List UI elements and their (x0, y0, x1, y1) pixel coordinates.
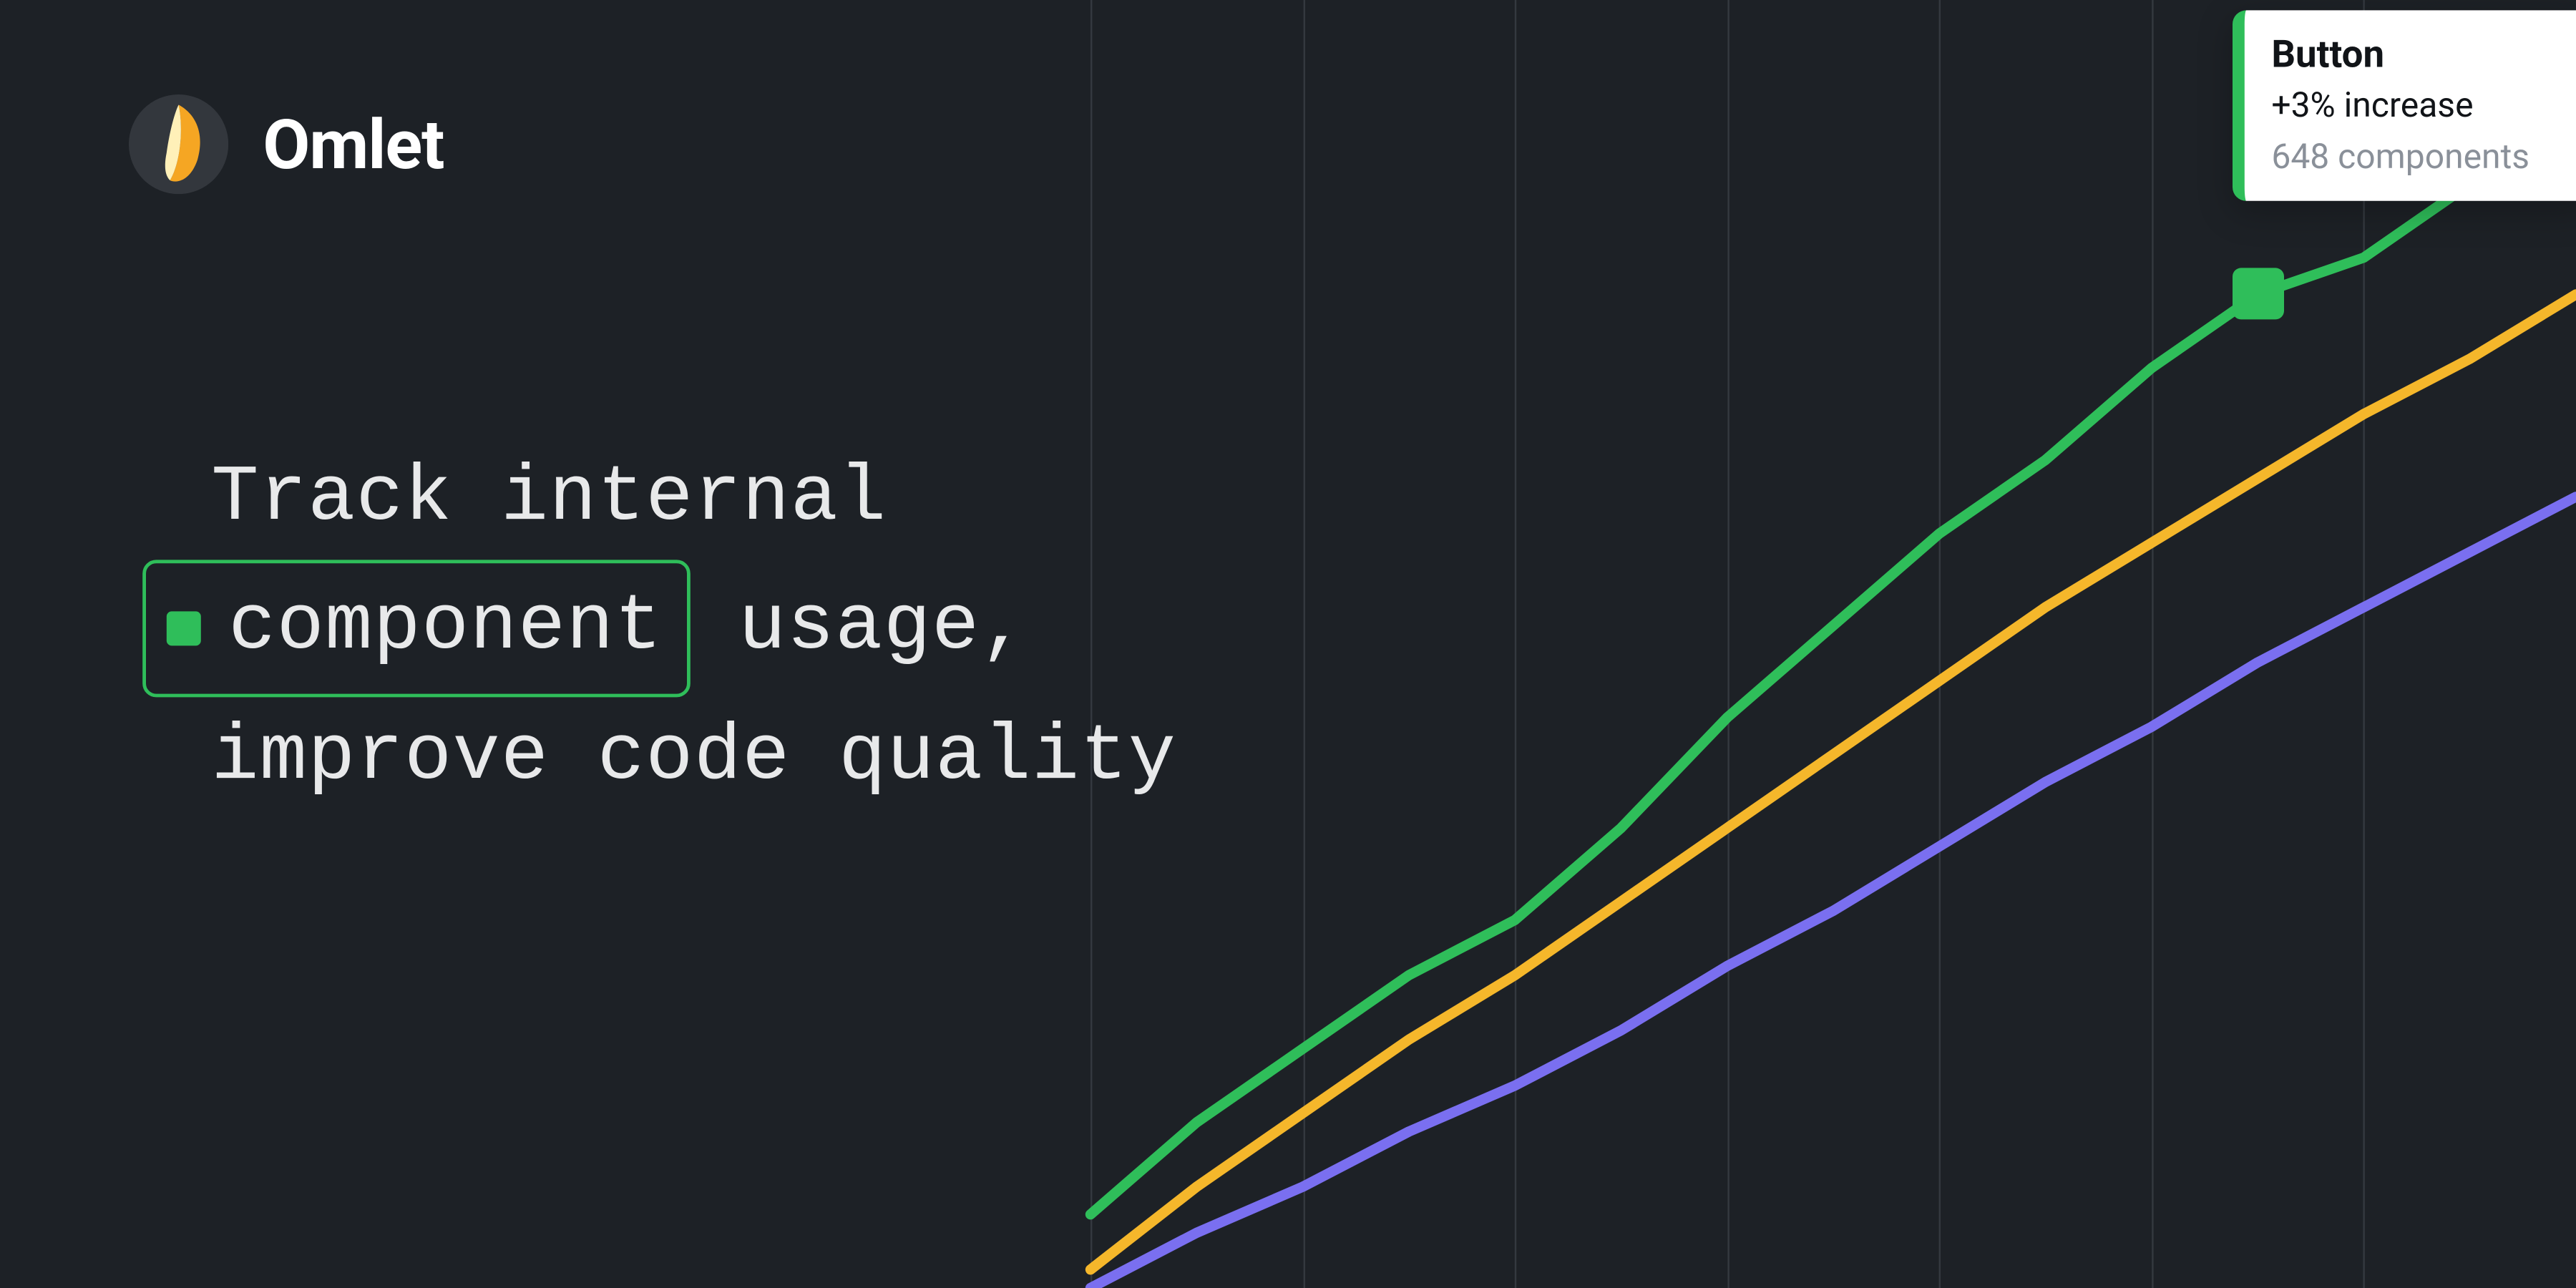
tooltip-count: 648 components (2271, 137, 2558, 178)
chart-gridline (1303, 0, 1304, 1288)
component-chip: component (142, 560, 690, 696)
omlet-logo-icon (129, 94, 228, 194)
chart-gridline (1515, 0, 1516, 1288)
brand-name: Omlet (263, 104, 444, 185)
headline-line1: Track internal (211, 438, 887, 560)
headline-line3: improve code quality (211, 696, 1176, 819)
chip-word: component (228, 567, 663, 690)
chart-series-line (1091, 294, 2576, 1269)
headline: Track internal component usage, improve … (211, 438, 1176, 819)
chart-gridline (2152, 0, 2153, 1288)
chart-series-line (1091, 497, 2576, 1288)
brand-logo: Omlet (129, 94, 444, 194)
headline-line2-suffix: usage, (691, 567, 1028, 690)
tooltip-title: Button (2271, 35, 2558, 78)
chart-series-line (1091, 96, 2576, 1214)
tooltip-change: +3% increase (2271, 85, 2558, 127)
chart-highlight-marker (2232, 268, 2283, 320)
chart-gridline (1939, 0, 1941, 1288)
chart-gridline (1727, 0, 1729, 1288)
chip-square-icon (167, 611, 201, 645)
chart-tooltip: Button +3% increase 648 components (2232, 11, 2576, 201)
